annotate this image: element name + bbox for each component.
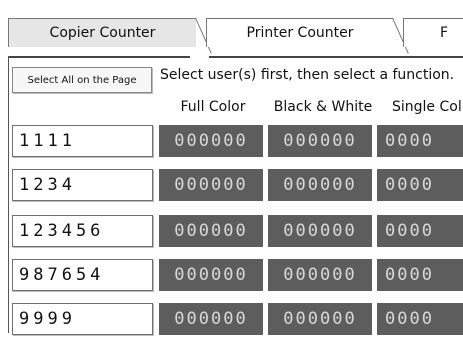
black-white-counter: 000000: [268, 169, 372, 201]
user-row: 9999 000000 000000 0000: [12, 303, 463, 337]
black-white-counter: 000000: [268, 125, 372, 157]
user-button[interactable]: 9999: [12, 303, 153, 335]
single-color-counter: 0000: [377, 215, 463, 247]
counter-tabs: Copier Counter Printer Counter F: [0, 0, 463, 60]
instruction-text: Select user(s) first, then select a func…: [160, 67, 455, 83]
user-button[interactable]: 987654: [12, 259, 153, 291]
tab-underline: [8, 56, 190, 58]
column-black-white: Black & White: [273, 99, 373, 115]
full-color-counter: 000000: [159, 169, 263, 201]
single-color-counter: 0000: [377, 259, 463, 291]
user-row: 1234 000000 000000 0000: [12, 169, 463, 203]
user-button[interactable]: 1234: [12, 169, 153, 201]
column-single-color: Single Col: [392, 99, 462, 115]
full-color-counter: 000000: [159, 125, 263, 157]
user-row: 123456 000000 000000 0000: [12, 215, 463, 249]
black-white-counter: 000000: [268, 215, 372, 247]
user-button[interactable]: 123456: [12, 215, 153, 247]
black-white-counter: 000000: [268, 259, 372, 291]
select-all-button[interactable]: Select All on the Page: [12, 67, 152, 93]
user-button[interactable]: 1111: [12, 125, 153, 157]
tab-partial[interactable]: F: [403, 18, 463, 47]
user-row: 987654 000000 000000 0000: [12, 259, 463, 293]
user-row: 1111 000000 000000 0000: [12, 125, 463, 159]
panel-left-edge: [8, 56, 9, 333]
full-color-counter: 000000: [159, 303, 263, 335]
column-full-color: Full Color: [180, 99, 246, 115]
full-color-counter: 000000: [159, 215, 263, 247]
single-color-counter: 0000: [377, 303, 463, 335]
black-white-counter: 000000: [268, 303, 372, 335]
tab-copier-counter[interactable]: Copier Counter: [8, 18, 196, 47]
tab-printer-counter[interactable]: Printer Counter: [206, 18, 393, 47]
tab-underline: [209, 56, 463, 58]
full-color-counter: 000000: [159, 259, 263, 291]
single-color-counter: 0000: [377, 125, 463, 157]
single-color-counter: 0000: [377, 169, 463, 201]
